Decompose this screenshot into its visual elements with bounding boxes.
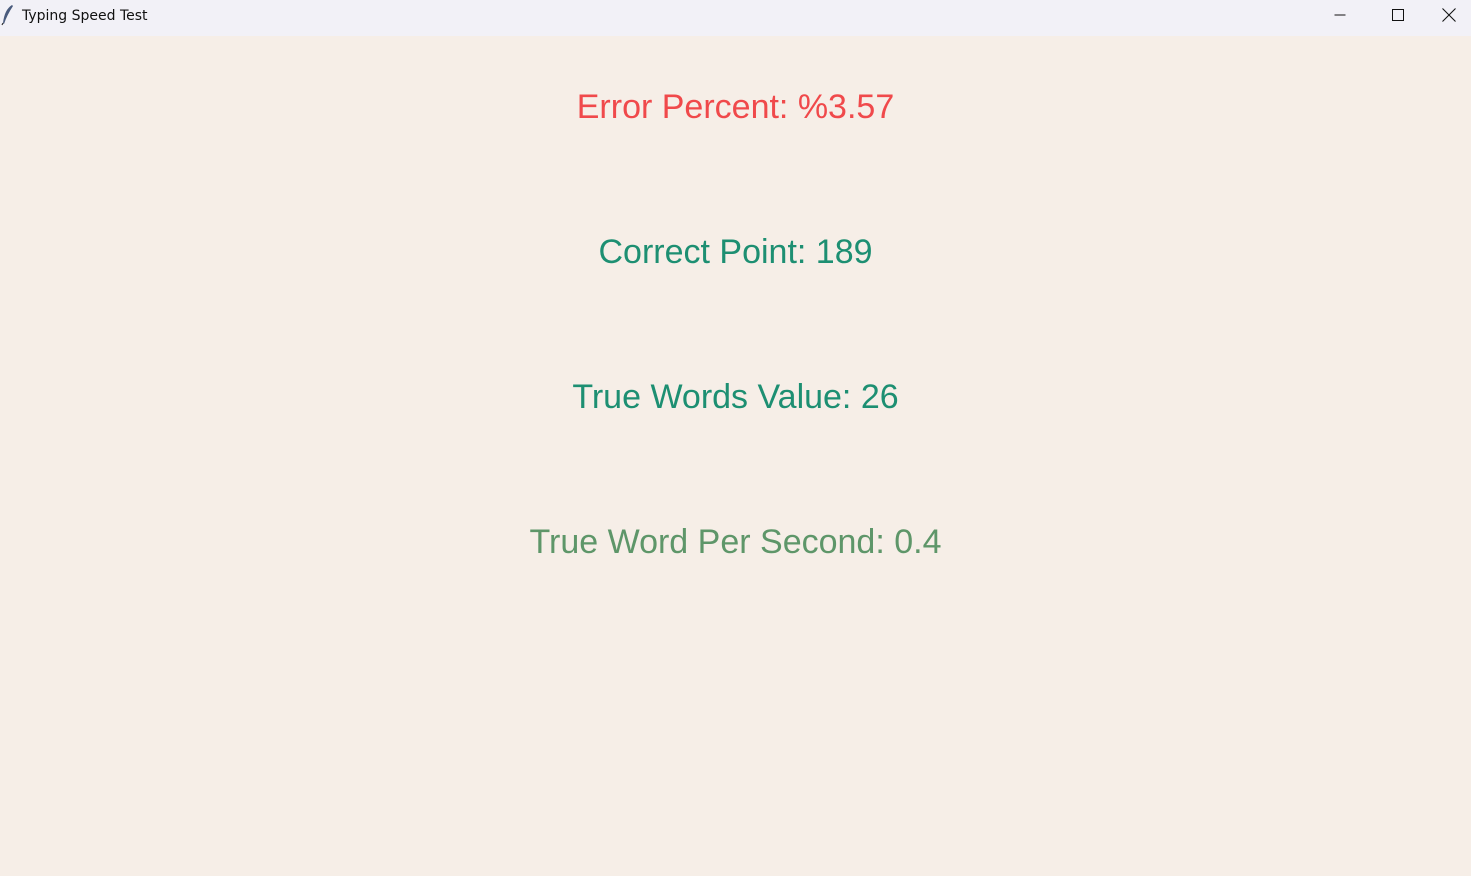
error-percent-label: Error Percent: %3.57 — [576, 88, 895, 126]
results-panel: Error Percent: %3.57 Correct Point: 189 … — [0, 36, 1471, 876]
close-button[interactable] — [1427, 0, 1471, 34]
maximize-icon — [1392, 8, 1404, 26]
maximize-button[interactable] — [1369, 0, 1427, 34]
true-words-value-label: True Words Value: 26 — [572, 378, 899, 416]
true-word-per-second-label: True Word Per Second: 0.4 — [529, 523, 942, 561]
minimize-button[interactable] — [1311, 0, 1369, 34]
window-title: Typing Speed Test — [22, 8, 148, 24]
correct-point-label: Correct Point: 189 — [598, 233, 873, 271]
app-window: Typing Speed Test Error Percent: %3.57 C… — [0, 0, 1471, 876]
minimize-icon — [1334, 8, 1346, 26]
feather-icon — [1, 4, 15, 26]
close-icon — [1442, 7, 1456, 27]
title-bar[interactable]: Typing Speed Test — [0, 0, 1471, 36]
